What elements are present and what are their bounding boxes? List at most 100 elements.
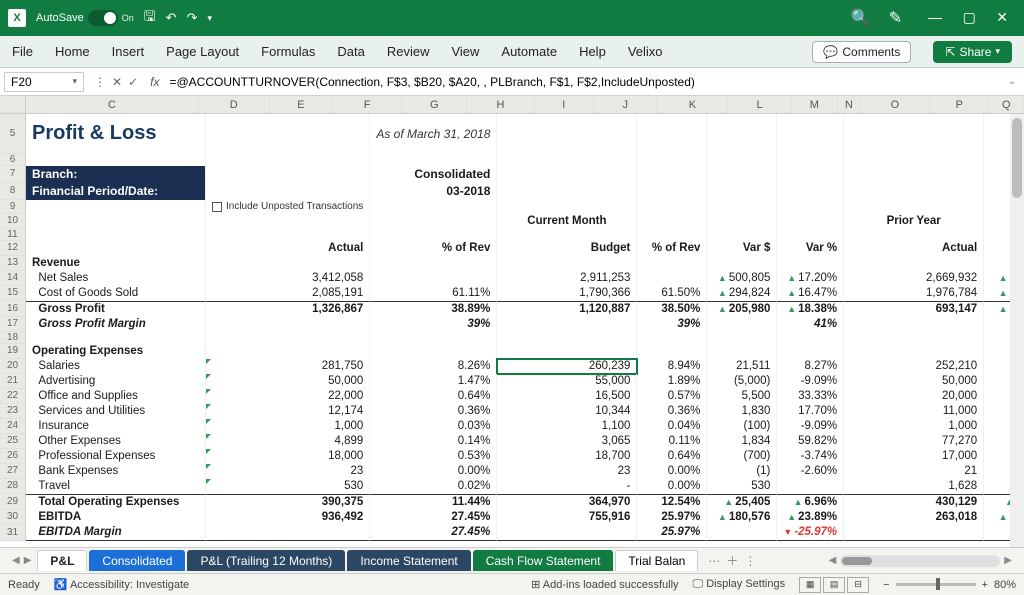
cell[interactable]: 0.02% [370, 479, 497, 494]
cell[interactable]: ▲205,980 [707, 301, 777, 317]
row-header-18[interactable]: 18 [0, 332, 26, 344]
row-header-15[interactable]: 15 [0, 286, 26, 301]
cell[interactable]: 23 [497, 464, 637, 479]
cell[interactable] [707, 154, 777, 166]
column-header-J[interactable]: J [594, 96, 657, 113]
cell[interactable]: 22,000 [206, 389, 370, 404]
cell[interactable]: Travel [26, 479, 206, 494]
cell[interactable]: Gross Profit [26, 301, 206, 317]
cell[interactable]: ▲25,405 [707, 494, 777, 510]
cell[interactable]: 33.33% [777, 389, 844, 404]
cell[interactable]: 252,210 [844, 359, 984, 374]
cell[interactable]: 263,018 [844, 510, 984, 525]
redo-icon[interactable]: ↷ [187, 10, 198, 26]
row-header-22[interactable]: 22 [0, 389, 26, 404]
cell[interactable] [844, 183, 984, 200]
close-button[interactable]: ✕ [988, 9, 1016, 25]
cell[interactable] [26, 241, 206, 256]
cell[interactable] [370, 214, 497, 229]
cell[interactable]: 21 [844, 464, 984, 479]
tab-overflow-icon[interactable]: ⋯ [708, 554, 720, 568]
cell[interactable]: ▲294,824 [707, 286, 777, 301]
cell[interactable] [497, 154, 637, 166]
cell[interactable] [777, 256, 844, 271]
page-layout-view-icon[interactable]: ▤ [823, 577, 845, 593]
cell[interactable]: Other Expenses [26, 434, 206, 449]
cell[interactable]: 0.64% [637, 449, 707, 464]
cell[interactable] [707, 183, 777, 200]
column-header-N[interactable]: N [838, 96, 861, 113]
cell[interactable]: 1.47% [370, 374, 497, 389]
cell[interactable]: Consolidated [370, 166, 497, 183]
ribbon-tab-review[interactable]: Review [387, 44, 430, 59]
check-icon[interactable]: ✓ [128, 75, 138, 89]
cell[interactable] [206, 214, 370, 229]
cell[interactable]: 5,500 [707, 389, 777, 404]
cell[interactable] [497, 317, 637, 332]
cell[interactable] [26, 229, 206, 241]
cell[interactable]: 1,120,887 [497, 301, 637, 317]
cell[interactable]: ▲16.47% [777, 286, 844, 301]
selected-cell[interactable]: 260,239 [497, 359, 637, 374]
row-header-10[interactable]: 10 [0, 214, 26, 229]
cell[interactable]: (5,000) [707, 374, 777, 389]
cell[interactable]: Services and Utilities [26, 404, 206, 419]
row-header-28[interactable]: 28 [0, 479, 26, 494]
cell[interactable]: % of Rev [370, 241, 497, 256]
cell[interactable]: EBITDA [26, 510, 206, 525]
cell[interactable]: 23 [206, 464, 370, 479]
cell[interactable]: Total Operating Expenses [26, 494, 206, 510]
cell[interactable] [844, 332, 984, 344]
cell[interactable]: 16,500 [497, 389, 637, 404]
fx-icon[interactable]: fx [144, 75, 165, 89]
ribbon-tab-view[interactable]: View [451, 44, 479, 59]
cell[interactable] [497, 166, 637, 183]
cell[interactable] [707, 332, 777, 344]
cell[interactable]: Current Month [497, 214, 637, 229]
cell[interactable] [777, 183, 844, 200]
cell[interactable]: 4,899 [206, 434, 370, 449]
row-header-20[interactable]: 20 [0, 359, 26, 374]
cell[interactable]: 21,511 [707, 359, 777, 374]
cell[interactable]: -2.60% [777, 464, 844, 479]
row-header-30[interactable]: 30 [0, 510, 26, 525]
cell[interactable] [844, 317, 984, 332]
cell[interactable] [26, 154, 206, 166]
ribbon-tab-file[interactable]: File [12, 44, 33, 59]
sheet-tab-p-l-trailing-12-months-[interactable]: P&L (Trailing 12 Months) [187, 550, 345, 571]
cell[interactable]: Prior Year [844, 214, 984, 229]
column-header-P[interactable]: P [930, 96, 990, 113]
cell[interactable]: ▼-25.97% [777, 525, 844, 541]
cell[interactable] [206, 229, 370, 241]
cell[interactable]: 8.27% [777, 359, 844, 374]
cell[interactable]: 8.94% [637, 359, 707, 374]
column-header-F[interactable]: F [333, 96, 402, 113]
cell[interactable]: -3.74% [777, 449, 844, 464]
cell[interactable]: 17.70% [777, 404, 844, 419]
cell[interactable]: Bank Expenses [26, 464, 206, 479]
cell[interactable]: 1,834 [707, 434, 777, 449]
cell[interactable]: 530 [707, 479, 777, 494]
column-header-H[interactable]: H [467, 96, 534, 113]
cell[interactable] [637, 114, 707, 154]
cell[interactable]: 0.04% [637, 419, 707, 434]
cell[interactable]: 1,000 [206, 419, 370, 434]
cell[interactable] [707, 344, 777, 359]
cell[interactable] [707, 525, 777, 541]
ribbon-tab-data[interactable]: Data [337, 44, 364, 59]
cell[interactable]: 25.97% [637, 510, 707, 525]
column-header-G[interactable]: G [402, 96, 467, 113]
row-header-7[interactable]: 7 [0, 166, 26, 183]
addins-status[interactable]: ⊞ Add-ins loaded successfully [531, 578, 678, 591]
cell[interactable]: 2,911,253 [497, 271, 637, 286]
column-header-C[interactable]: C [26, 96, 199, 113]
cell[interactable] [370, 229, 497, 241]
cell[interactable] [777, 154, 844, 166]
cell[interactable] [707, 200, 777, 214]
cell[interactable]: 0.03% [370, 419, 497, 434]
spreadsheet-grid[interactable]: 5Profit & LossAs of March 31, 2018Velixo… [0, 114, 1024, 541]
cell[interactable] [370, 154, 497, 166]
cell[interactable] [777, 166, 844, 183]
cell[interactable]: 0.00% [637, 479, 707, 494]
enter-formula-icon[interactable]: ✕ [112, 75, 122, 89]
